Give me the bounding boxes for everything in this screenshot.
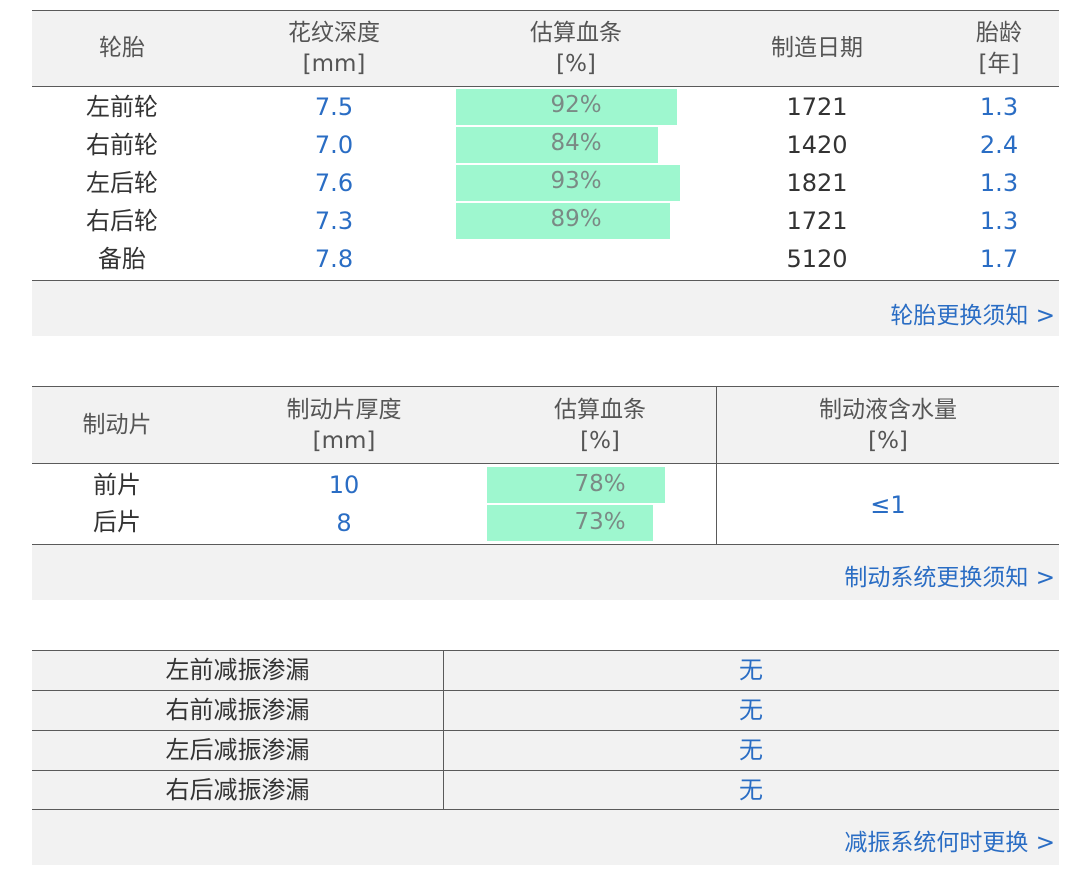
shock-row: 左前减振渗漏 无 (32, 650, 1059, 690)
brake-health-label: 73% (574, 509, 626, 535)
tire-age: 1.3 (979, 207, 1019, 235)
shock-label: 左前减振渗漏 (165, 656, 310, 684)
shock-label: 左后减振渗漏 (165, 736, 310, 764)
shock-column-divider (443, 650, 444, 809)
shock-row: 右前减振渗漏 无 (32, 690, 1059, 730)
brake-health-label: 78% (574, 471, 626, 497)
shock-row: 右后减振渗漏 无 (32, 770, 1059, 810)
tire-header-age: 胎龄 [年] (976, 20, 1022, 77)
tire-date: 5120 (786, 245, 848, 273)
tire-footer: 轮胎更换须知 > (32, 281, 1059, 336)
shock-row: 左后减振渗漏 无 (32, 730, 1059, 770)
tire-depth: 7.3 (314, 207, 354, 235)
tire-date: 1721 (786, 93, 848, 121)
brake-header-name: 制动片 (82, 412, 152, 438)
tire-replacement-guide-link[interactable]: 轮胎更换须知 > (890, 301, 1055, 331)
tire-age: 1.3 (979, 93, 1019, 121)
brake-thickness: 8 (336, 509, 352, 537)
brake-header-health: 估算血条 [%] (554, 397, 646, 454)
tire-depth: 7.8 (314, 245, 354, 273)
shock-label: 右前减振渗漏 (165, 696, 310, 724)
tire-depth: 7.5 (314, 93, 354, 121)
tire-age: 1.3 (979, 169, 1019, 197)
shock-value: 无 (739, 736, 763, 764)
tire-age: 1.7 (979, 245, 1019, 273)
brake-name: 后片 (93, 508, 141, 536)
shock-panel: 左前减振渗漏 无 右前减振渗漏 无 左后减振渗漏 无 右后减振渗漏 无 减振系统… (32, 650, 1059, 865)
tire-depth: 7.0 (314, 131, 354, 159)
tire-date: 1420 (786, 131, 848, 159)
tire-name: 右后轮 (86, 207, 158, 235)
shock-value: 无 (739, 696, 763, 724)
tire-health-label: 93% (550, 168, 602, 194)
tire-name: 备胎 (98, 245, 146, 273)
shock-label: 右后减振渗漏 (165, 776, 310, 804)
brake-replacement-guide-link[interactable]: 制动系统更换须知 > (844, 563, 1055, 593)
tire-depth: 7.6 (314, 169, 354, 197)
tire-age: 2.4 (979, 131, 1019, 159)
tire-name: 左前轮 (86, 93, 158, 121)
brake-table-header: 制动片 制动片厚度 [mm] 估算血条 [%] 制动液含水量 [%] (32, 386, 1059, 464)
brake-name: 前片 (93, 471, 141, 499)
tire-header-name: 轮胎 (99, 35, 145, 61)
tire-health-label: 84% (550, 130, 602, 156)
tire-date: 1721 (786, 207, 848, 235)
brake-health-bar (487, 505, 653, 541)
tire-table-header: 轮胎 花纹深度 [mm] 估算血条 [%] 制造日期 胎龄 [年] (32, 10, 1059, 87)
tire-panel: 轮胎 花纹深度 [mm] 估算血条 [%] 制造日期 胎龄 [年] 左前轮 7.… (32, 0, 1059, 336)
brake-footer: 制动系统更换须知 > (32, 545, 1059, 600)
tire-date: 1821 (786, 169, 848, 197)
brake-header-thickness: 制动片厚度 [mm] (286, 397, 402, 454)
tire-name: 左后轮 (86, 169, 158, 197)
brake-fluid-divider (716, 386, 717, 544)
brake-thickness: 10 (328, 471, 360, 499)
tire-header-date: 制造日期 (771, 35, 863, 61)
brake-header-fluid: 制动液含水量 [%] (819, 397, 957, 454)
shock-value: 无 (739, 656, 763, 684)
tire-header-depth: 花纹深度 [mm] (288, 20, 380, 77)
shock-footer: 减振系统何时更换 > (32, 810, 1059, 865)
brake-fluid-water-value: ≤1 (870, 491, 906, 519)
shock-replacement-guide-link[interactable]: 减振系统何时更换 > (844, 828, 1055, 858)
shock-value: 无 (739, 776, 763, 804)
tire-health-label: 92% (550, 92, 602, 118)
tire-health-label: 89% (550, 206, 602, 232)
tire-name: 右前轮 (86, 131, 158, 159)
tire-header-health: 估算血条 [%] (530, 20, 622, 77)
brake-panel: 制动片 制动片厚度 [mm] 估算血条 [%] 制动液含水量 [%] 前片 10… (32, 386, 1059, 600)
